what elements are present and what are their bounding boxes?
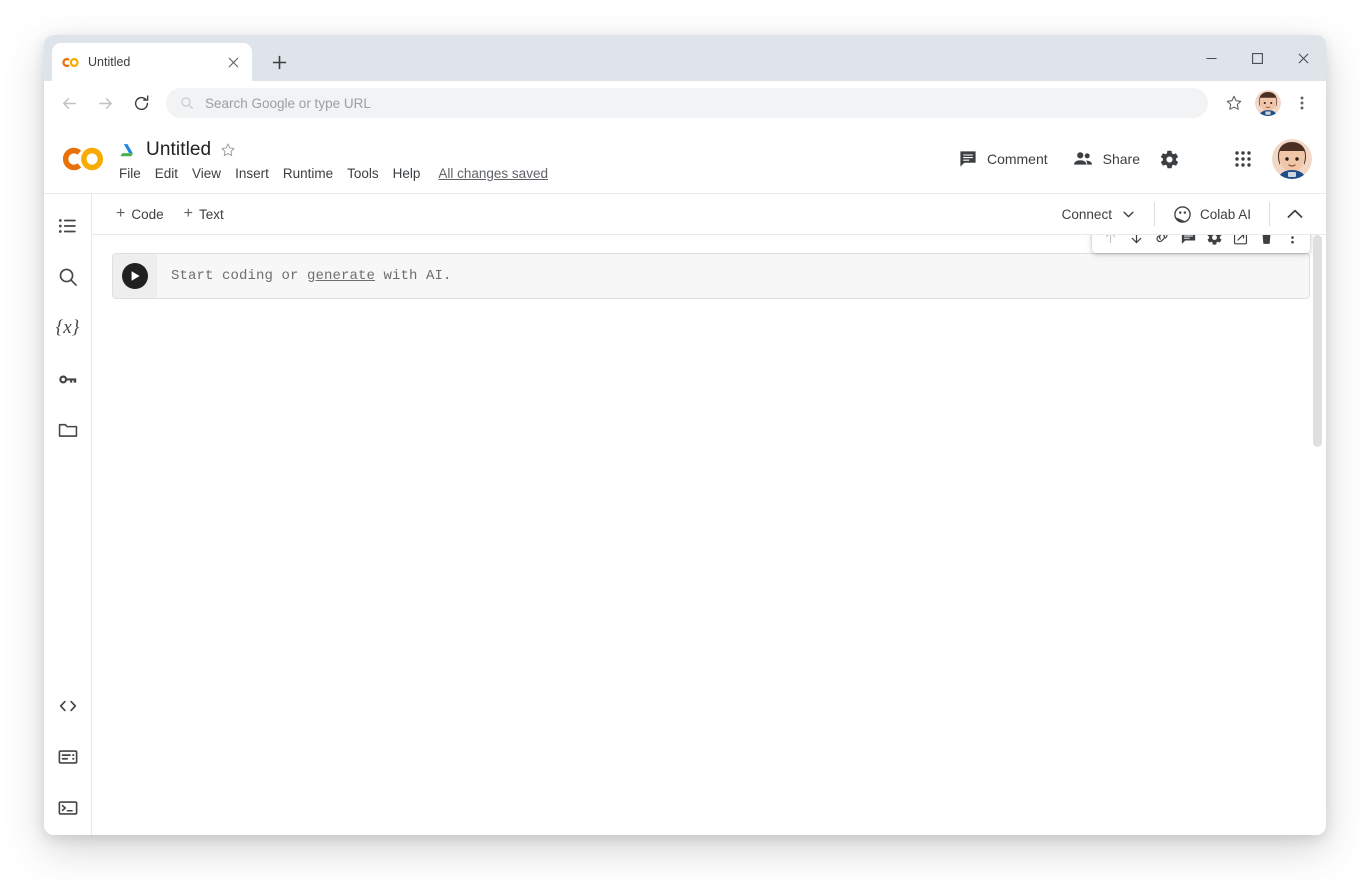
notebook-area: + Code + Text Connect bbox=[92, 194, 1326, 835]
cell-prompt-suffix: with AI. bbox=[375, 268, 452, 284]
colab-ai-label: Colab AI bbox=[1200, 207, 1251, 222]
left-rail-bottom bbox=[44, 686, 91, 835]
search-icon[interactable] bbox=[48, 257, 88, 297]
menu-help[interactable]: Help bbox=[393, 166, 421, 181]
link-to-cell-icon[interactable] bbox=[1150, 235, 1174, 249]
menu-tools[interactable]: Tools bbox=[347, 166, 379, 181]
add-code-cell-button[interactable]: + Code bbox=[110, 202, 174, 226]
notebook-scroll-region[interactable]: Start coding or generate with AI. bbox=[92, 235, 1326, 835]
google-drive-icon bbox=[118, 141, 137, 160]
collapse-toolbar-icon[interactable] bbox=[1278, 197, 1312, 231]
browser-profile-avatar[interactable] bbox=[1255, 90, 1281, 116]
address-bar[interactable]: Search Google or type URL bbox=[166, 88, 1208, 118]
connect-label: Connect bbox=[1062, 207, 1112, 222]
header-actions: Comment Share bbox=[946, 125, 1312, 193]
colab-favicon bbox=[62, 54, 79, 71]
share-button[interactable]: Share bbox=[1060, 141, 1152, 177]
notebook-toolbar: + Code + Text Connect bbox=[92, 194, 1326, 234]
mirror-cell-icon[interactable] bbox=[1228, 235, 1252, 249]
code-cell-wrapper: Start coding or generate with AI. bbox=[112, 253, 1310, 299]
table-of-contents-icon[interactable] bbox=[48, 206, 88, 246]
close-tab-icon[interactable] bbox=[224, 53, 242, 71]
chevron-down-icon bbox=[1123, 211, 1134, 218]
cell-placeholder-text[interactable]: Start coding or generate with AI. bbox=[157, 254, 1309, 298]
share-label: Share bbox=[1103, 151, 1140, 167]
new-tab-button[interactable] bbox=[264, 47, 294, 77]
browser-toolbar: Search Google or type URL bbox=[44, 81, 1326, 125]
colab-header: Untitled File Edit View Insert Runtime T… bbox=[44, 125, 1326, 193]
colab-ai-button[interactable]: Colab AI bbox=[1163, 199, 1261, 230]
workspace: {x} bbox=[44, 193, 1326, 835]
menu-view[interactable]: View bbox=[192, 166, 221, 181]
browser-tab[interactable]: Untitled bbox=[52, 43, 252, 81]
files-folder-icon[interactable] bbox=[48, 410, 88, 450]
address-bar-placeholder: Search Google or type URL bbox=[205, 96, 371, 111]
notebook-title-block: Untitled File Edit View Insert Runtime T… bbox=[118, 137, 548, 181]
browser-tab-title: Untitled bbox=[88, 55, 215, 69]
cell-gutter bbox=[113, 254, 157, 298]
colab-ai-icon bbox=[1173, 205, 1192, 224]
run-play-icon[interactable] bbox=[122, 263, 148, 289]
user-avatar[interactable] bbox=[1272, 139, 1312, 179]
comment-icon bbox=[958, 149, 978, 169]
reload-icon[interactable] bbox=[124, 86, 158, 120]
add-code-label: Code bbox=[131, 207, 163, 222]
move-cell-down-icon[interactable] bbox=[1124, 235, 1148, 249]
star-notebook-icon[interactable] bbox=[220, 142, 236, 158]
left-rail: {x} bbox=[44, 194, 92, 835]
settings-gear-icon[interactable] bbox=[1152, 142, 1186, 176]
apps-grid-icon[interactable] bbox=[1226, 142, 1260, 176]
minimize-window-icon[interactable] bbox=[1188, 35, 1234, 81]
cell-action-toolbar bbox=[1092, 235, 1310, 253]
comment-button[interactable]: Comment bbox=[946, 142, 1060, 176]
secrets-key-icon[interactable] bbox=[48, 359, 88, 399]
browser-window: Untitled bbox=[44, 35, 1326, 835]
add-text-cell-button[interactable]: + Text bbox=[178, 202, 234, 226]
window-controls bbox=[1188, 35, 1326, 81]
add-text-label: Text bbox=[199, 207, 224, 222]
code-snippets-icon[interactable] bbox=[48, 686, 88, 726]
bookmark-star-icon[interactable] bbox=[1218, 87, 1250, 119]
save-status[interactable]: All changes saved bbox=[438, 166, 548, 181]
variables-icon[interactable]: {x} bbox=[48, 308, 88, 348]
forward-icon[interactable] bbox=[88, 86, 122, 120]
delete-cell-icon[interactable] bbox=[1254, 235, 1278, 249]
people-icon bbox=[1072, 148, 1094, 170]
plus-icon: + bbox=[184, 206, 193, 222]
menu-insert[interactable]: Insert bbox=[235, 166, 269, 181]
toolbar-divider bbox=[1269, 202, 1270, 226]
notebook-toolbar-right: Connect Colab AI bbox=[1050, 194, 1312, 234]
browser-menu-icon[interactable] bbox=[1286, 87, 1318, 119]
colab-logo[interactable] bbox=[62, 138, 104, 180]
browser-tab-strip: Untitled bbox=[44, 35, 1326, 81]
generate-with-ai-link[interactable]: generate bbox=[307, 268, 375, 284]
code-cell[interactable]: Start coding or generate with AI. bbox=[112, 253, 1310, 299]
add-comment-icon[interactable] bbox=[1176, 235, 1200, 249]
notebook-scrollbar-thumb[interactable] bbox=[1313, 235, 1322, 447]
notebook-title[interactable]: Untitled bbox=[146, 139, 211, 161]
back-icon[interactable] bbox=[52, 86, 86, 120]
search-icon bbox=[180, 96, 194, 110]
notebook-scrollbar-track[interactable] bbox=[1312, 235, 1324, 835]
move-cell-up-icon[interactable] bbox=[1098, 235, 1122, 249]
terminal-icon[interactable] bbox=[48, 788, 88, 828]
toolbar-divider bbox=[1154, 202, 1155, 226]
more-cell-options-icon[interactable] bbox=[1280, 235, 1304, 249]
comment-label: Comment bbox=[987, 151, 1048, 167]
close-window-icon[interactable] bbox=[1280, 35, 1326, 81]
plus-icon: + bbox=[116, 206, 125, 222]
cell-prompt-prefix: Start coding or bbox=[171, 268, 307, 284]
cell-settings-icon[interactable] bbox=[1202, 235, 1226, 249]
menu-file[interactable]: File bbox=[119, 166, 141, 181]
connect-button[interactable]: Connect bbox=[1050, 201, 1146, 228]
menu-runtime[interactable]: Runtime bbox=[283, 166, 333, 181]
command-palette-icon[interactable] bbox=[48, 737, 88, 777]
maximize-window-icon[interactable] bbox=[1234, 35, 1280, 81]
menu-edit[interactable]: Edit bbox=[155, 166, 178, 181]
menu-bar: File Edit View Insert Runtime Tools Help… bbox=[118, 166, 548, 181]
